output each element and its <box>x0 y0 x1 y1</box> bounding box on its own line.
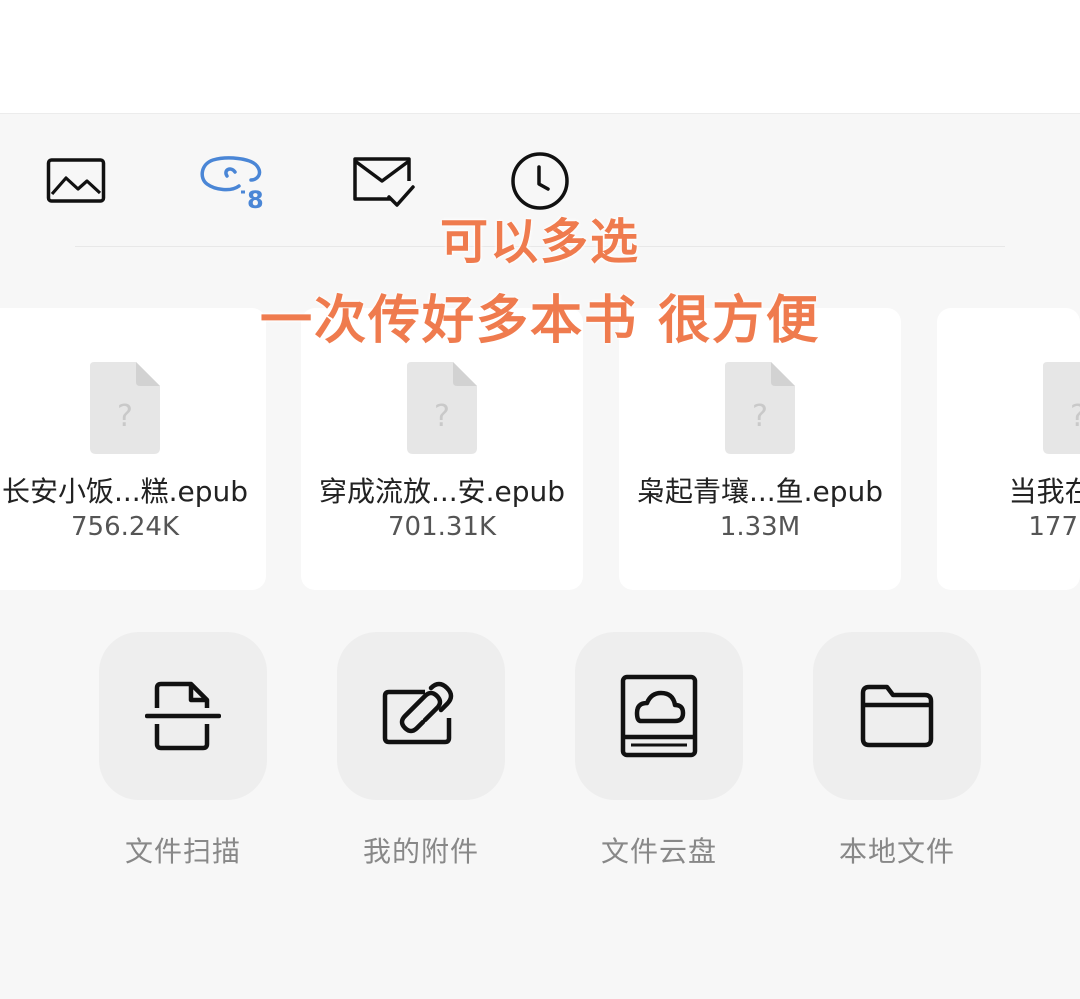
action-cloud-drive[interactable]: 文件云盘 <box>575 632 743 870</box>
top-bar <box>0 0 1080 114</box>
action-file-scan[interactable]: 文件扫描 <box>99 632 267 870</box>
action-label: 文件扫描 <box>124 835 241 868</box>
unknown-file-icon: ? <box>90 362 160 454</box>
folder-icon <box>860 684 934 748</box>
unknown-file-icon: ? <box>1043 362 1080 454</box>
file-size: 1.33M <box>719 512 801 542</box>
svg-text:?: ? <box>752 399 768 434</box>
file-size: 701.31K <box>387 512 497 542</box>
action-tile[interactable] <box>337 632 505 800</box>
unknown-file-icon: ? <box>407 362 477 454</box>
file-size: 177.2... <box>1028 512 1080 542</box>
svg-text:?: ? <box>434 399 450 434</box>
action-local-files[interactable]: 本地文件 <box>813 632 981 870</box>
action-label: 本地文件 <box>838 835 955 868</box>
action-label: 文件云盘 <box>600 835 717 868</box>
action-tile[interactable] <box>575 632 743 800</box>
action-my-attachments[interactable]: 我的附件 <box>337 632 505 870</box>
svg-text:?: ? <box>117 399 133 434</box>
overlay-caption-line1: 可以多选 <box>439 214 640 270</box>
file-name: 长安小饭...糕.epub <box>1 475 249 508</box>
file-name: 枭起青壤...鱼.epub <box>636 475 884 508</box>
file-name: 当我在地... <box>1008 475 1080 508</box>
unknown-file-icon: ? <box>725 362 795 454</box>
cloud-drive-icon <box>620 674 698 758</box>
file-name: 穿成流放...安.epub <box>318 475 566 508</box>
scan-icon <box>145 681 221 751</box>
action-label: 我的附件 <box>362 835 479 868</box>
screen: 8 ? 长安小饭...糕.epub 756.24K ? 穿成流放...安.epu… <box>0 0 1080 999</box>
file-size: 756.24K <box>70 512 180 542</box>
action-tile[interactable] <box>813 632 981 800</box>
svg-text:?: ? <box>1070 399 1080 434</box>
attachment-icon <box>382 681 454 745</box>
overlay-caption-line2: 一次传好多本书 很方便 <box>259 291 821 351</box>
action-tile[interactable] <box>99 632 267 800</box>
